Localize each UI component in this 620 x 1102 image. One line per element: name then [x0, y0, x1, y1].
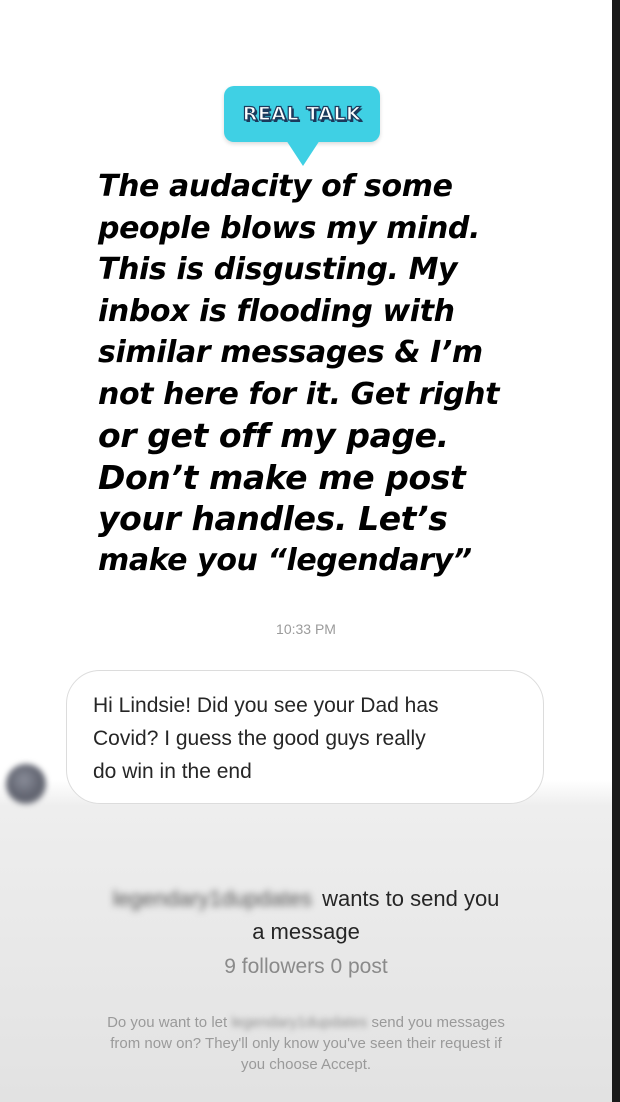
follower-stats: 9 followers 0 post	[224, 955, 388, 978]
sender-avatar[interactable]	[6, 764, 46, 804]
story-caption: The audacity of some people blows my min…	[98, 166, 528, 581]
message-line: Covid? I guess the good guys really	[93, 727, 426, 750]
sender-handle-blurred[interactable]: legendary1dupdates	[113, 882, 312, 915]
request-info-line2: from now on? They'll only know you've se…	[110, 1035, 502, 1052]
message-line: Hi Lindsie! Did you see your Dad has	[93, 694, 439, 717]
caption-line: similar messages & I’m	[98, 335, 483, 370]
caption-line: make you “legendary”	[98, 542, 472, 578]
caption-line: not here for it. Get right	[98, 376, 500, 412]
request-info-line3: you choose Accept.	[240, 1056, 372, 1073]
caption-line: Don’t make me post	[98, 457, 466, 497]
sender-handle-blurred-inline: legendary1dupdates	[231, 1014, 368, 1031]
request-title-line2: a message	[252, 919, 360, 944]
caption-line: The audacity of some	[98, 169, 453, 204]
caption-line: This is disgusting. My	[98, 252, 458, 287]
message-line: do win in the end	[93, 760, 252, 783]
real-talk-sticker: REAL TALK	[224, 86, 380, 166]
caption-line: people blows my mind.	[98, 210, 480, 246]
sticker-label: REAL TALK	[242, 102, 362, 125]
caption-line: your handles. Let’s	[98, 499, 448, 538]
caption-line: inbox is flooding with	[98, 293, 455, 329]
story-screen: REAL TALK The audacity of some people bl…	[0, 0, 620, 1102]
request-info-text: Do you want to let legendary1dupdates se…	[0, 1012, 612, 1075]
request-info-prefix: Do you want to let	[107, 1014, 228, 1031]
message-bubble[interactable]: Hi Lindsie! Did you see your Dad has Cov…	[66, 670, 544, 804]
message-timestamp: 10:33 PM	[276, 621, 336, 637]
request-info-suffix: send you messages	[371, 1014, 505, 1031]
request-title-suffix: wants to send you	[322, 886, 500, 911]
message-request-title: legendary1dupdates wants to send you a m…	[0, 882, 612, 948]
caption-line: or get off my page.	[98, 416, 449, 455]
